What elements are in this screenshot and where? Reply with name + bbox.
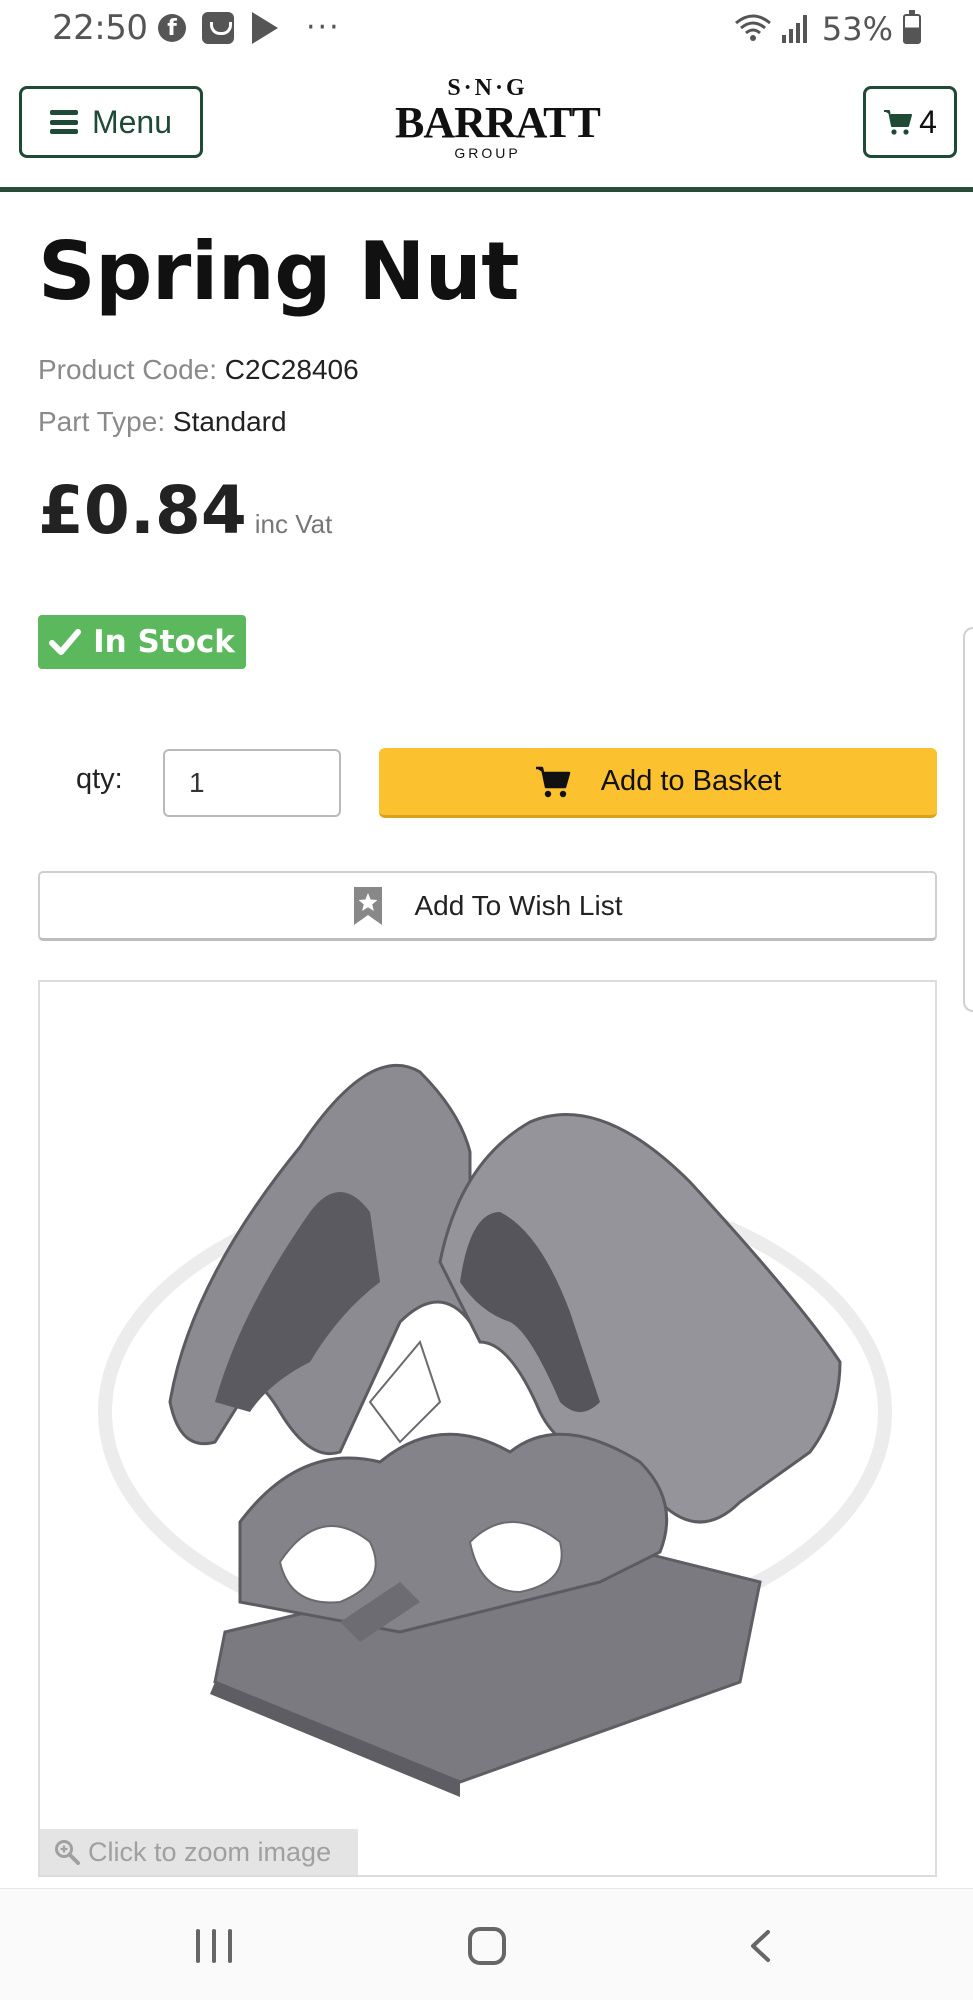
sng-barratt-logo[interactable]: S·N·G BARRATT GROUP — [395, 74, 601, 174]
app-icon — [202, 12, 234, 44]
logo-main-text: BARRATT — [395, 98, 601, 147]
battery-percent: 53% — [821, 10, 893, 48]
magnifier-icon — [55, 1840, 80, 1865]
menu-button[interactable]: Menu — [19, 86, 203, 158]
product-image[interactable] — [40, 982, 935, 1875]
add-to-basket-button[interactable]: Add to Basket — [379, 748, 937, 818]
status-bar: 22:50 f ··· 53% — [0, 0, 973, 62]
qty-label: qty: — [76, 763, 123, 795]
price-row: £0.84 inc Vat — [38, 472, 332, 549]
side-drawer-handle[interactable] — [963, 627, 973, 1012]
zoom-hint[interactable]: Click to zoom image — [40, 1829, 358, 1875]
cart-count: 4 — [919, 103, 937, 140]
status-time: 22:50 — [52, 8, 148, 48]
zoom-hint-text: Click to zoom image — [88, 1836, 332, 1867]
wish-list-label: Add To Wish List — [414, 889, 623, 921]
product-code-row: Product Code: C2C28406 — [38, 354, 359, 386]
system-icons: 53% — [734, 10, 921, 48]
back-icon[interactable] — [748, 1929, 772, 1963]
product-image-panel[interactable]: Click to zoom image — [38, 980, 937, 1877]
site-header: Menu S·N·G BARRATT GROUP 4 — [0, 62, 973, 192]
qty-input[interactable] — [163, 749, 341, 817]
cart-icon — [884, 110, 913, 135]
part-type-label: Part Type: — [38, 406, 166, 437]
stock-status: In Stock — [93, 624, 235, 660]
part-type-value: Standard — [172, 406, 287, 437]
price-vat-suffix: inc Vat — [254, 509, 333, 539]
facebook-icon: f — [158, 14, 186, 42]
bookmark-star-icon — [354, 886, 383, 925]
signal-icon — [781, 15, 812, 43]
cart-button[interactable]: 4 — [863, 86, 957, 158]
play-icon — [252, 12, 278, 44]
home-icon[interactable] — [468, 1927, 506, 1965]
product-code-value: C2C28406 — [224, 354, 359, 385]
stock-badge: In Stock — [38, 615, 246, 669]
more-dots-icon: ··· — [306, 10, 341, 45]
menu-label: Menu — [91, 103, 173, 140]
product-price: £0.84 — [38, 472, 247, 549]
part-type-row: Part Type: Standard — [38, 406, 287, 438]
product-title: Spring Nut — [38, 225, 519, 318]
add-to-basket-label: Add to Basket — [600, 765, 782, 797]
product-code-label: Product Code: — [38, 354, 217, 385]
hamburger-icon — [49, 110, 78, 134]
system-nav-bar — [0, 1888, 973, 2000]
checkmark-icon — [49, 629, 82, 655]
battery-icon — [903, 10, 921, 44]
wifi-icon — [734, 14, 771, 41]
add-to-wish-list-button[interactable]: Add To Wish List — [38, 871, 937, 941]
notification-icons: f ··· — [158, 12, 341, 44]
recent-apps-icon[interactable] — [196, 1929, 232, 1963]
cart-icon — [535, 766, 570, 797]
